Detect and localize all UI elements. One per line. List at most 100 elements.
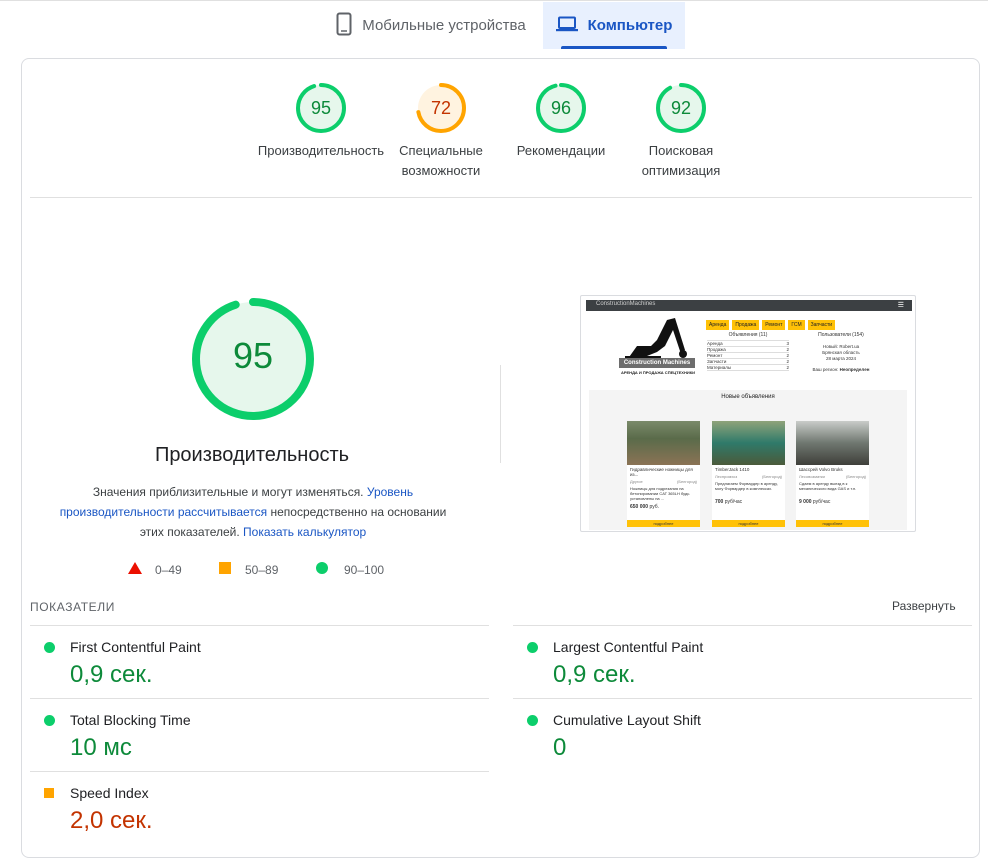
card-price: 9 000	[799, 499, 812, 505]
legend-good-label: 90–100	[344, 562, 385, 577]
preview-nav-item: Ремонт	[762, 320, 786, 330]
score-label-2: возможности	[401, 163, 481, 178]
triangle-icon	[128, 562, 142, 577]
preview-region-value: Неопределен	[839, 367, 870, 372]
metric-name: Total Blocking Time	[70, 712, 191, 728]
good-circle-icon	[44, 715, 55, 726]
metric-divider	[513, 625, 972, 626]
ad-count: 2	[786, 347, 789, 352]
preview-site-name: ConstructionMachines	[596, 301, 656, 307]
card-description: Сдаем в аренду выезд в к механического в…	[799, 481, 857, 491]
metric-divider	[30, 771, 489, 772]
card-description: Предлагаем Форвардер в аренду, могу Форв…	[715, 481, 778, 491]
card-price: 700	[715, 499, 724, 505]
section-divider	[30, 197, 972, 198]
metric-divider	[30, 698, 489, 699]
preview-logo-text: Construction Machines	[619, 358, 695, 368]
score-label: Производительность	[257, 143, 385, 158]
vertical-divider	[500, 365, 501, 463]
preview-card: Гидравлические ножницы для из... Другое (…	[627, 421, 700, 527]
preview-nav-item: Запчасти	[807, 320, 836, 330]
score-accessibility[interactable]: 72 Специальные возможности	[372, 83, 510, 181]
metric-name: Speed Index	[70, 785, 149, 801]
metric-divider	[30, 625, 489, 626]
card-price: 650 000	[630, 504, 649, 510]
average-square-icon	[44, 788, 54, 798]
ad-count: 2	[786, 359, 789, 364]
smartphone-icon	[336, 12, 352, 40]
card-location: (Белгород)	[676, 479, 697, 484]
preview-nav-item: ГСМ	[788, 320, 805, 330]
ad-category: Ремонт	[707, 353, 723, 358]
preview-card: Шасcрей Volvo Bruks Лесовозматки (Белгоро…	[796, 421, 869, 527]
card-description: Ножницы для подрезания на бетонировании …	[630, 486, 690, 501]
card-category: Лесовозматки	[799, 474, 825, 479]
show-calculator-link[interactable]: Показать калькулятор	[243, 525, 366, 539]
metrics-section-title: ПОКАЗАТЕЛИ	[30, 600, 115, 614]
card-category: Другое	[630, 479, 643, 484]
preview-users: Пользователи (154) Новый: Robert.ua Брян…	[807, 332, 875, 373]
score-best-practices[interactable]: 96 Рекомендации	[492, 83, 630, 161]
preview-card: TimberJack 1410 Леспромхоз (Белгород) Пре…	[712, 421, 785, 527]
card-details-button: подробнее	[796, 520, 869, 527]
card-details-button: подробнее	[627, 520, 700, 527]
ad-category: Аренда	[707, 341, 723, 346]
good-circle-icon	[44, 642, 55, 653]
preview-logo: Construction Machines АРЕНДА И ПРОДАЖА С…	[617, 316, 697, 380]
tab-desktop-label: Компьютер	[587, 17, 673, 34]
performance-score: 95	[232, 335, 274, 376]
metric-value: 0,9 сек.	[553, 661, 636, 688]
tab-mobile[interactable]: Мобильные устройства	[322, 2, 540, 49]
score-value: 72	[430, 98, 452, 118]
score-value: 95	[310, 98, 332, 118]
legend-average: 50–89	[219, 562, 278, 577]
card-image	[627, 421, 700, 465]
card-location: (Белгород)	[845, 474, 866, 479]
legend-average-label: 50–89	[245, 562, 279, 577]
good-circle-icon	[527, 642, 538, 653]
expand-metrics-toggle[interactable]: Развернуть	[892, 599, 956, 613]
laptop-icon	[555, 16, 578, 36]
legend-poor: 0–49	[128, 562, 182, 577]
ad-count: 2	[786, 353, 789, 358]
ad-category: Продажа	[707, 347, 726, 352]
card-category: Леспромхоз	[715, 474, 738, 479]
ad-category: Материалы	[707, 365, 732, 370]
score-label: Поисковая	[648, 143, 714, 158]
tab-desktop[interactable]: Компьютер	[543, 2, 685, 49]
card-title: Шасcрей Volvo Bruks	[799, 467, 843, 472]
metric-value: 2,0 сек.	[70, 807, 153, 834]
metric-value: 0,9 сек.	[70, 661, 153, 688]
preview-logo-subtitle: АРЕНДА И ПРОДАЖА СПЕЦТЕХНИКИ	[620, 370, 696, 375]
performance-description: Значения приблизительные и могут изменят…	[56, 482, 450, 542]
ad-category: Запчасти	[707, 359, 727, 364]
preview-header-bar: ConstructionMachines ☰	[586, 300, 912, 311]
preview-nav-item: Продажа	[732, 320, 760, 330]
metric-name: First Contentful Paint	[70, 639, 201, 655]
score-seo[interactable]: 92 Поисковая оптимизация	[612, 83, 750, 181]
score-value: 92	[670, 98, 692, 118]
performance-gauge: 95	[192, 298, 314, 420]
description-text: Значения приблизительные и могут изменят…	[92, 485, 364, 499]
score-label-2: оптимизация	[641, 163, 721, 178]
preview-new-ads-title: Новые объявления	[721, 394, 775, 400]
metric-value: 10 мс	[70, 734, 132, 761]
card-title: Гидравлические ножницы для из...	[630, 467, 693, 477]
card-location: (Белгород)	[761, 474, 782, 479]
card-price-unit: руб/час	[812, 499, 831, 505]
tab-mobile-label: Мобильные устройства	[362, 17, 526, 34]
card-price-unit: руб.	[649, 504, 660, 510]
card-title: TimberJack 1410	[715, 467, 750, 472]
preview-ads-title: Объявления (11)	[728, 332, 768, 338]
legend-poor-label: 0–49	[155, 562, 182, 577]
score-value: 96	[550, 98, 572, 118]
score-performance[interactable]: 95 Производительность	[252, 83, 390, 161]
device-tabs: Мобильные устройства Компьютер	[0, 0, 988, 50]
metric-name: Largest Contentful Paint	[553, 639, 704, 655]
performance-title: Производительность	[154, 444, 350, 466]
circle-icon	[316, 562, 328, 577]
page-screenshot: ConstructionMachines ☰ Construction Mach…	[580, 295, 916, 532]
preview-ads: Объявления (11) Аренда 3 Продажа 2 Ремонт 2…	[707, 332, 789, 371]
preview-users-line: 28 марта 2024	[825, 356, 857, 361]
card-price-unit: руб/час	[724, 499, 743, 505]
